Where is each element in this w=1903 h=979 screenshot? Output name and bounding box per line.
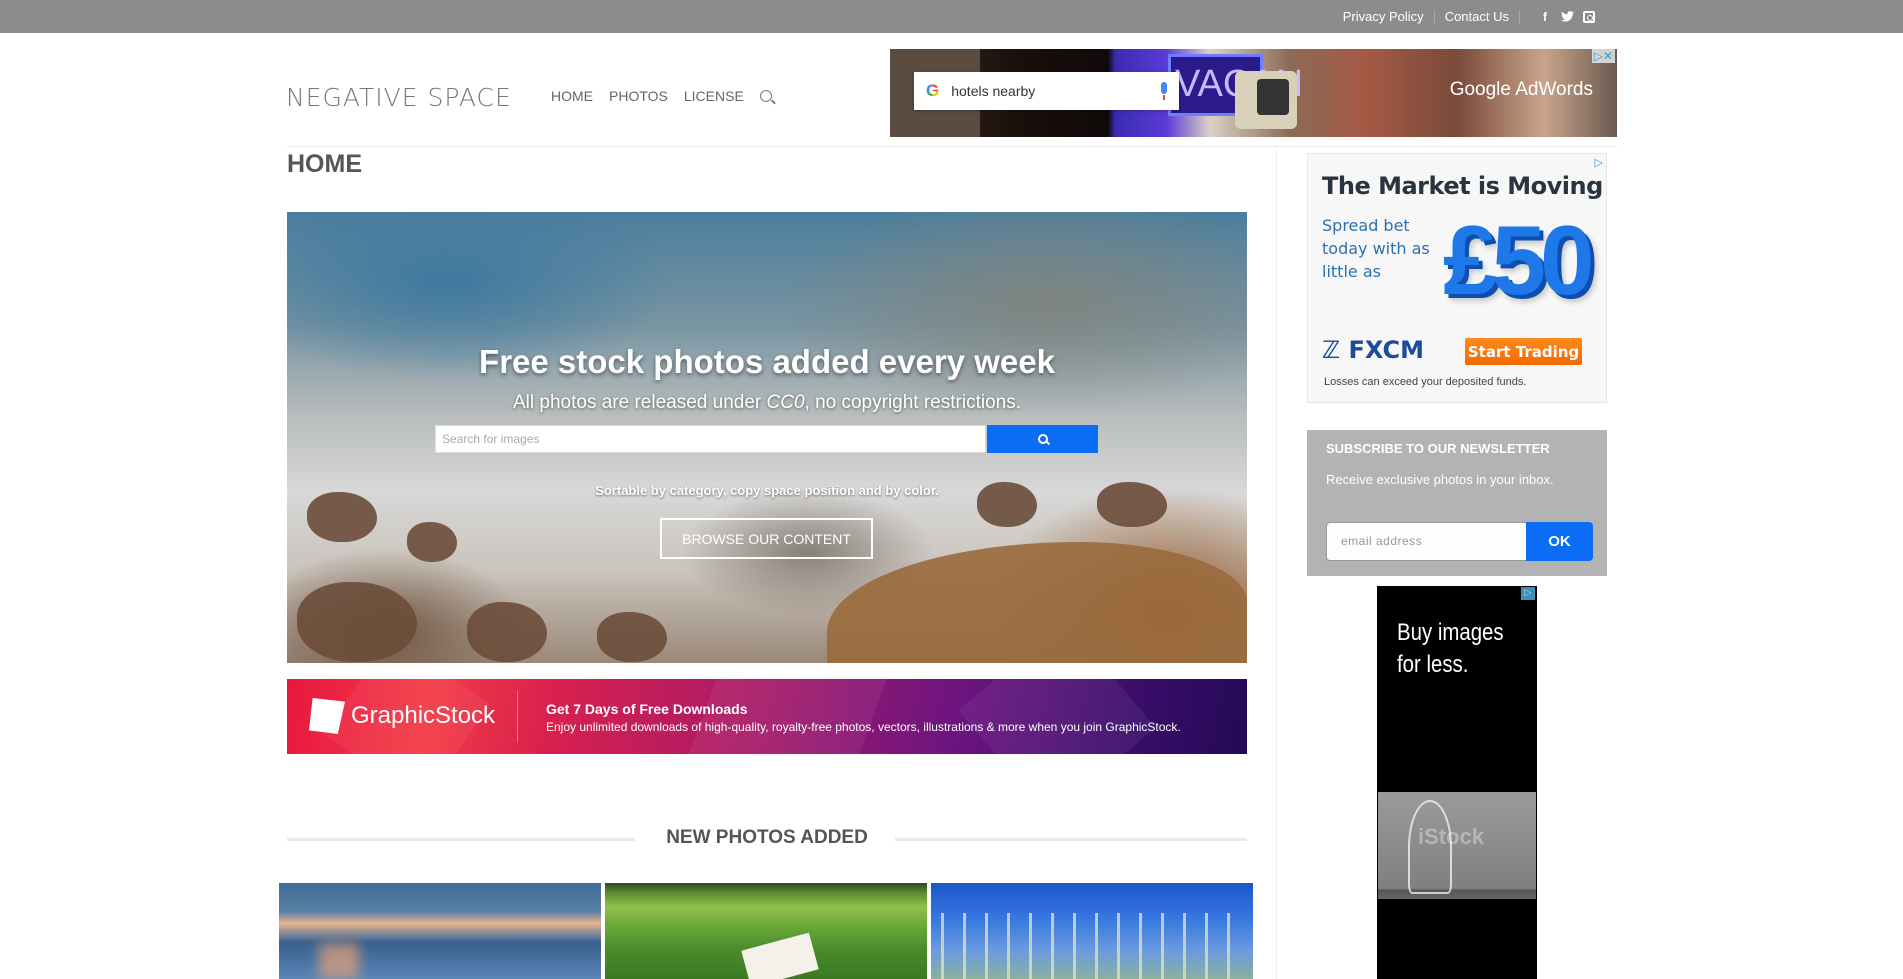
- ad-search-query: hotels nearby: [951, 83, 1036, 99]
- nav-home[interactable]: HOME: [551, 88, 593, 104]
- browse-content-button[interactable]: BROWSE OUR CONTENT: [660, 518, 873, 559]
- istock-ad-text: Buy images for less.: [1397, 619, 1504, 678]
- separator: [1519, 9, 1520, 24]
- newsletter-title: SUBSCRIBE TO OUR NEWSLETTER: [1326, 441, 1550, 456]
- facebook-icon[interactable]: f: [1538, 10, 1552, 24]
- hero-rock: [467, 602, 547, 662]
- adchoices-icon[interactable]: ▷✕: [1591, 49, 1615, 63]
- hero-search-input[interactable]: Search for images: [435, 425, 986, 453]
- twitter-icon[interactable]: [1560, 10, 1574, 24]
- fxcm-logo: ℤ FXCM: [1322, 336, 1424, 364]
- fxcm-ad-amount: £50: [1443, 205, 1594, 315]
- ad-brand: Google AdWords: [1449, 79, 1593, 100]
- search-icon: [1037, 434, 1048, 444]
- istock-ad-image: [1378, 792, 1536, 899]
- hero-rock: [827, 542, 1247, 663]
- graphicstock-logo-icon: [309, 698, 345, 734]
- photo-thumb-notebook-grass[interactable]: [605, 883, 927, 979]
- photo-thumb-grass-sky[interactable]: [931, 883, 1253, 979]
- banner-divider: [517, 691, 518, 743]
- sidebar-divider: [1276, 150, 1277, 979]
- fxcm-disclaimer: Losses can exceed your deposited funds.: [1324, 376, 1527, 388]
- email-field[interactable]: email address: [1326, 522, 1526, 561]
- ad-tv-image: [1235, 71, 1297, 129]
- graphicstock-logo: GraphicStock: [309, 698, 495, 734]
- photo-thumb-sunset-lake[interactable]: [279, 883, 601, 979]
- hero-banner: Free stock photos added every week All p…: [287, 212, 1247, 663]
- contact-us-link[interactable]: Contact Us: [1445, 9, 1509, 24]
- privacy-policy-link[interactable]: Privacy Policy: [1343, 9, 1424, 24]
- banner-title: Get 7 Days of Free Downloads: [546, 701, 748, 717]
- nav-photos[interactable]: PHOTOS: [609, 88, 668, 104]
- hero-subtitle: All photos are released under CC0, no co…: [513, 392, 1021, 413]
- fxcm-ad-subtitle: Spread bet today with as little as: [1322, 216, 1430, 281]
- adchoices-icon[interactable]: ▷: [1521, 587, 1535, 600]
- start-trading-button[interactable]: Start Trading: [1465, 338, 1582, 365]
- fxcm-ad[interactable]: ▷ The Market is Moving £50 Spread bet to…: [1307, 153, 1607, 403]
- hero-note: Sortable by category, copy space positio…: [595, 483, 939, 498]
- top-bar: Privacy Policy Contact Us f: [0, 0, 1903, 33]
- nav-license[interactable]: LICENSE: [684, 88, 744, 104]
- hero-rock: [597, 612, 667, 662]
- banner-decoration: [958, 679, 1156, 754]
- graphicstock-banner[interactable]: GraphicStock Get 7 Days of Free Download…: [287, 679, 1247, 754]
- ad-search-box: G hotels nearby: [914, 72, 1179, 110]
- main-nav: HOME PHOTOS LICENSE: [551, 88, 772, 104]
- new-photos-heading: NEW PHOTOS ADDED: [666, 827, 868, 848]
- hero-rock: [307, 492, 377, 542]
- google-adwords-ad[interactable]: VACAN G hotels nearby Google AdWords ▷✕: [890, 49, 1617, 137]
- adchoices-icon[interactable]: ▷: [1595, 156, 1603, 169]
- top-links: Privacy Policy Contact Us f: [1343, 0, 1596, 33]
- separator: [1433, 9, 1435, 24]
- hero-headline: Free stock photos added every week: [479, 343, 1055, 380]
- hero-rock: [297, 582, 417, 662]
- microphone-icon: [1161, 82, 1167, 100]
- istock-ad[interactable]: ▷ Buy images for less.: [1377, 586, 1537, 979]
- newsletter-text: Receive exclusive photos in your inbox.: [1326, 472, 1554, 487]
- google-g-icon: G: [926, 81, 940, 100]
- newsletter-box: SUBSCRIBE TO OUR NEWSLETTER Receive excl…: [1307, 430, 1607, 576]
- instagram-icon[interactable]: [1582, 10, 1596, 24]
- header-divider: [286, 146, 1617, 147]
- page-title: HOME: [287, 150, 362, 178]
- fxcm-ad-title: The Market is Moving: [1322, 172, 1603, 200]
- hero-search-button[interactable]: [987, 425, 1098, 453]
- hero-rock: [407, 522, 457, 562]
- banner-text: Enjoy unlimited downloads of high-qualit…: [546, 720, 1181, 734]
- site-logo[interactable]: NEGATIVE SPACE: [286, 83, 512, 112]
- newsletter-ok-button[interactable]: OK: [1526, 522, 1593, 561]
- search-icon[interactable]: [759, 90, 772, 102]
